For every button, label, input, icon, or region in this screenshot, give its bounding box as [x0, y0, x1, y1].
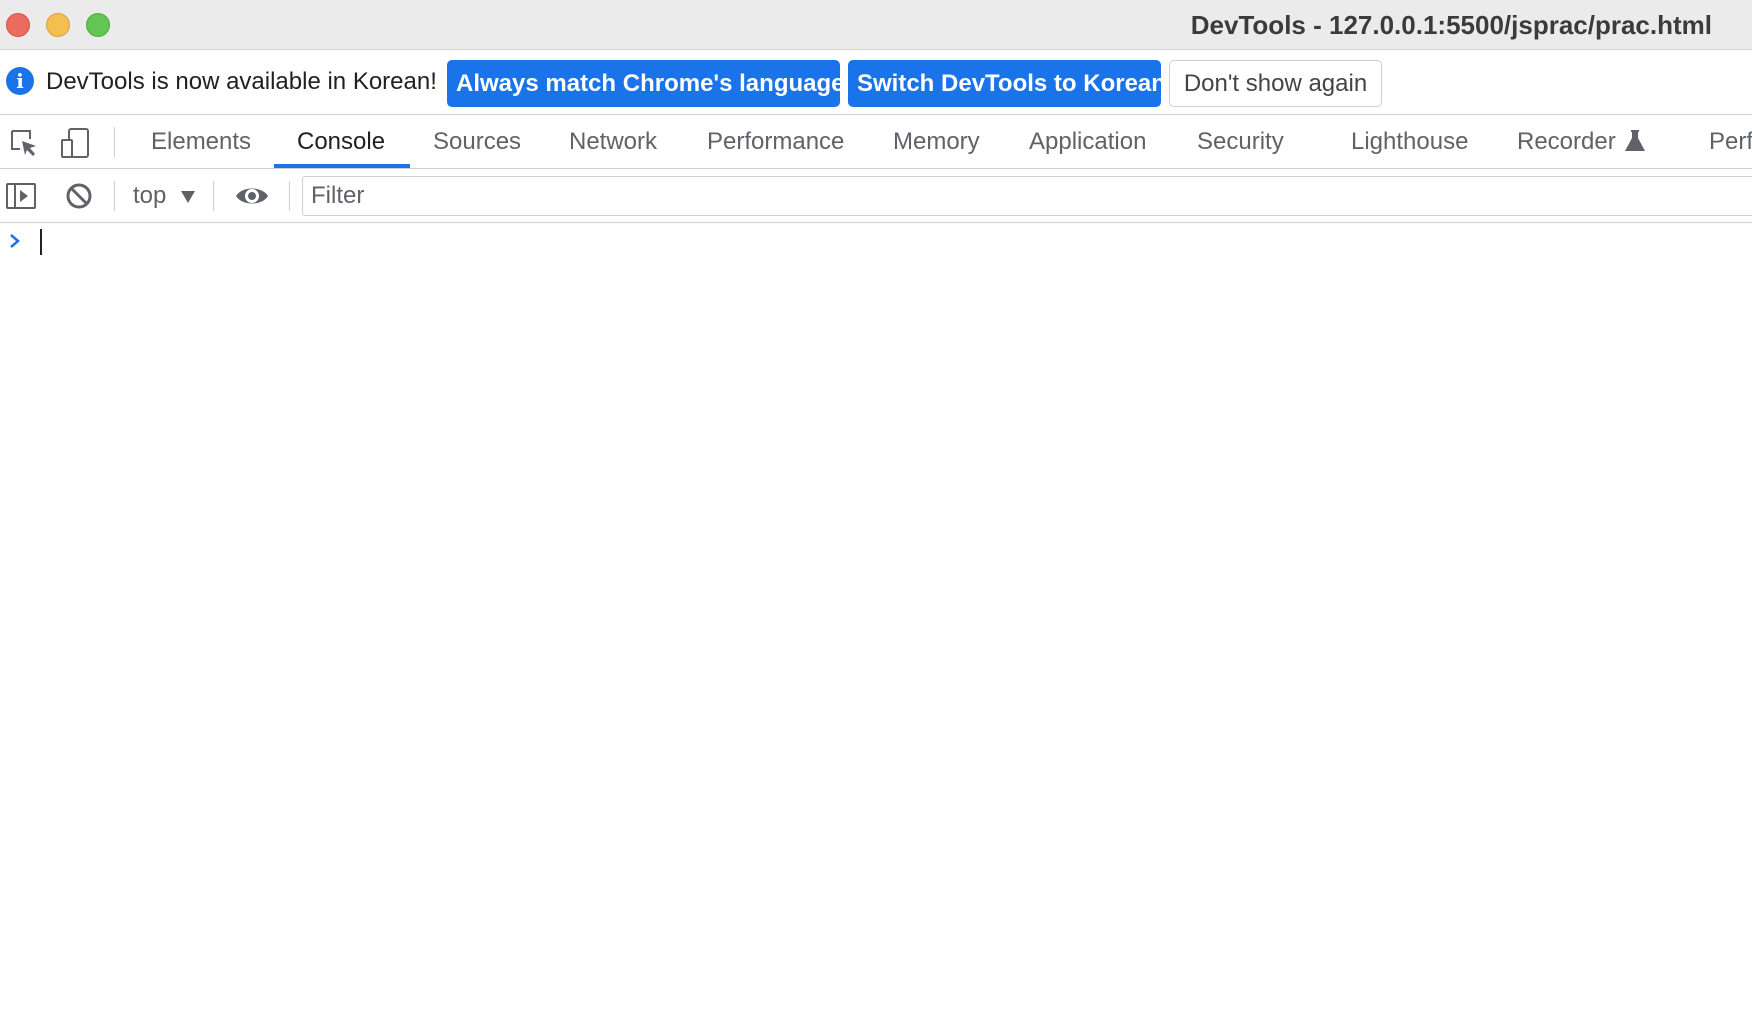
chevron-down-icon[interactable]	[181, 191, 195, 203]
tab-lighthouse[interactable]: Lighthouse	[1351, 115, 1468, 168]
title-bar: DevTools - 127.0.0.1:5500/jsprac/prac.ht…	[0, 0, 1752, 50]
device-toolbar-icon[interactable]	[60, 127, 92, 159]
console-output-area[interactable]	[0, 223, 1752, 1012]
info-icon: i	[6, 67, 34, 95]
tab-network[interactable]: Network	[569, 115, 657, 168]
toolbar-divider	[114, 127, 115, 157]
window-title: DevTools - 127.0.0.1:5500/jsprac/prac.ht…	[1190, 10, 1712, 40]
tab-performance[interactable]: Performance	[707, 115, 844, 168]
language-infobar: i DevTools is now available in Korean! A…	[0, 50, 1752, 115]
console-filter-input[interactable]	[302, 176, 1752, 216]
experimental-flask-icon	[1625, 130, 1645, 151]
window-close-button[interactable]	[6, 13, 30, 37]
always-match-language-button[interactable]: Always match Chrome's language	[447, 60, 845, 107]
toolbar-divider	[213, 181, 214, 211]
switch-to-korean-button[interactable]: Switch DevTools to Korean	[848, 60, 1166, 107]
active-tab-indicator	[274, 164, 410, 168]
execution-context-select[interactable]: top	[133, 169, 166, 223]
window-minimize-button[interactable]	[46, 13, 70, 37]
tab-performance-insights[interactable]: Perf	[1709, 115, 1752, 168]
clear-console-icon[interactable]	[64, 181, 94, 211]
tab-recorder[interactable]: Recorder	[1517, 115, 1616, 168]
panel-tab-bar: Elements Console Sources Network Perform…	[0, 115, 1752, 169]
show-console-sidebar-icon[interactable]	[6, 183, 36, 209]
tab-security[interactable]: Security	[1197, 115, 1284, 168]
tab-elements[interactable]: Elements	[151, 115, 251, 168]
infobar-message: DevTools is now available in Korean!	[46, 68, 437, 95]
live-expression-eye-icon[interactable]	[234, 183, 270, 209]
tab-memory[interactable]: Memory	[893, 115, 980, 168]
console-input-caret	[40, 229, 42, 255]
tab-application[interactable]: Application	[1029, 115, 1146, 168]
toolbar-divider	[289, 181, 290, 211]
toolbar-divider	[114, 181, 115, 211]
console-prompt-chevron-icon	[10, 234, 20, 248]
console-toolbar: top	[0, 169, 1752, 223]
dont-show-again-button[interactable]: Don't show again	[1169, 60, 1382, 107]
tab-sources[interactable]: Sources	[433, 115, 521, 168]
window-maximize-button[interactable]	[86, 13, 110, 37]
tab-console[interactable]: Console	[297, 115, 385, 168]
inspect-element-icon[interactable]	[8, 127, 40, 159]
